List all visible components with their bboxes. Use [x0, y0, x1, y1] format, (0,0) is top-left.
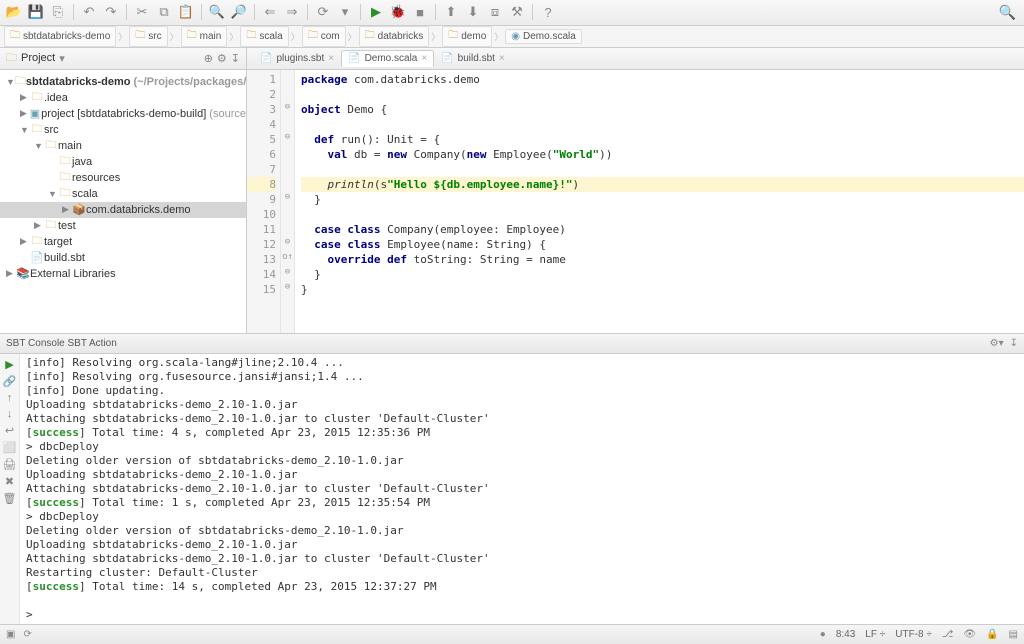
- zoom-in-icon[interactable]: 🔍: [207, 2, 227, 22]
- settings-icon[interactable]: ⚙: [217, 52, 227, 65]
- back-icon[interactable]: ⇐: [260, 2, 280, 22]
- breadcrumb-item[interactable]: 🗀main: [181, 26, 228, 47]
- tree-node[interactable]: 🗀java: [0, 154, 246, 170]
- editor-tab[interactable]: 📄plugins.sbt×: [253, 50, 341, 67]
- console-toolbar: ▶ 🔗 ↑ ↓ ↩ ⬜ 🖨 ✖ 🗑: [0, 354, 20, 624]
- undo-icon[interactable]: ↶: [79, 2, 99, 22]
- breadcrumb-item[interactable]: 🗀sbtdatabricks-demo: [4, 26, 116, 47]
- tree-node[interactable]: ▼🗀scala: [0, 186, 246, 202]
- cut-icon[interactable]: ✂: [132, 2, 152, 22]
- close-icon[interactable]: ×: [328, 53, 334, 64]
- breadcrumb-item[interactable]: 🗀demo: [442, 26, 492, 47]
- sync-icon[interactable]: ⟳: [313, 2, 333, 22]
- rerun-icon[interactable]: ▶: [5, 358, 13, 371]
- project-tree[interactable]: ▼🗀sbtdatabricks-demo (~/Projects/package…: [0, 70, 246, 286]
- tree-node[interactable]: 📄build.sbt: [0, 250, 246, 266]
- inspect-icon[interactable]: 👁: [963, 629, 976, 640]
- help-icon[interactable]: ?: [538, 2, 558, 22]
- paste-icon[interactable]: 📋: [176, 2, 196, 22]
- clear-icon[interactable]: ✖: [5, 475, 14, 488]
- close-icon[interactable]: ×: [421, 53, 427, 64]
- breadcrumb: 🗀sbtdatabricks-demo〉🗀src〉🗀main〉🗀scala〉🗀c…: [0, 26, 1024, 48]
- vcs-update-icon[interactable]: ⬆: [441, 2, 461, 22]
- breadcrumb-item[interactable]: 🗀scala: [240, 26, 288, 47]
- editor-tab[interactable]: 📄build.sbt×: [434, 50, 512, 67]
- tree-node[interactable]: ▼🗀main: [0, 138, 246, 154]
- tree-node[interactable]: ▶📚External Libraries: [0, 266, 246, 282]
- search-icon[interactable]: 🔍: [999, 4, 1020, 21]
- dropdown-icon[interactable]: ▾: [59, 52, 65, 65]
- memory-icon[interactable]: ▤: [1009, 629, 1018, 640]
- encoding[interactable]: UTF-8 ÷: [895, 629, 932, 640]
- redo-icon[interactable]: ↷: [101, 2, 121, 22]
- scroll-icon[interactable]: ⬜: [3, 441, 17, 454]
- up-icon[interactable]: ↑: [7, 392, 13, 404]
- console-header: SBT Console SBT Action ⚙▾ ↧: [0, 334, 1024, 354]
- cursor-position: 8:43: [836, 629, 855, 640]
- gear-icon[interactable]: ⚙▾: [990, 338, 1004, 349]
- tree-node[interactable]: ▶🗀target: [0, 234, 246, 250]
- editor-panel: 📄plugins.sbt×📄Demo.scala×📄build.sbt× 123…: [247, 48, 1024, 334]
- project-title: Project: [21, 52, 55, 64]
- project-header: 🗀 Project ▾ ⊕ ⚙ ↧: [0, 48, 246, 70]
- run-icon[interactable]: ▶: [366, 2, 386, 22]
- forward-icon[interactable]: ⇒: [282, 2, 302, 22]
- breadcrumb-item[interactable]: 🗀src: [129, 26, 167, 47]
- vcs-commit-icon[interactable]: ⬇: [463, 2, 483, 22]
- editor[interactable]: 123456789101112131415 ⊖⊖⊖⊖o↑⊖⊖ package c…: [247, 70, 1024, 334]
- code-area[interactable]: package com.databricks.demoobject Demo {…: [295, 70, 1024, 334]
- breadcrumb-item[interactable]: ◉Demo.scala: [505, 29, 582, 44]
- collapse-icon[interactable]: ⊕: [204, 52, 213, 65]
- console-body: ▶ 🔗 ↑ ↓ ↩ ⬜ 🖨 ✖ 🗑 [info] Resolving org.s…: [0, 354, 1024, 624]
- copy-icon[interactable]: ⧉: [154, 2, 174, 22]
- tree-node[interactable]: ▼🗀src: [0, 122, 246, 138]
- folder-icon: 🗀: [6, 49, 17, 68]
- editor-tab[interactable]: 📄Demo.scala×: [341, 50, 434, 67]
- build-icon[interactable]: ⚒: [507, 2, 527, 22]
- console-output[interactable]: [info] Resolving org.scala-lang#jline;2.…: [20, 354, 1024, 624]
- open-icon[interactable]: 📂: [4, 2, 24, 22]
- line-gutter: 123456789101112131415: [247, 70, 281, 334]
- minimize-icon[interactable]: ↧: [1010, 338, 1018, 349]
- trash-icon[interactable]: 🗑: [3, 492, 17, 505]
- debug-icon[interactable]: 🐞: [388, 2, 408, 22]
- wrap-icon[interactable]: ↩: [5, 424, 14, 437]
- tree-node[interactable]: ▶🗀.idea: [0, 90, 246, 106]
- line-separator[interactable]: LF ÷: [865, 629, 885, 640]
- status-icon[interactable]: ▣: [6, 629, 15, 640]
- dropdown-icon[interactable]: ▾: [335, 2, 355, 22]
- attach-icon[interactable]: 🔗: [3, 375, 17, 388]
- project-tool-window: 🗀 Project ▾ ⊕ ⚙ ↧ ▼🗀sbtdatabricks-demo (…: [0, 48, 247, 334]
- minimize-icon[interactable]: ↧: [231, 52, 240, 65]
- progress-icon: ⟳: [23, 629, 31, 640]
- lock-icon[interactable]: 🔒: [986, 629, 998, 640]
- down-icon[interactable]: ↓: [7, 408, 13, 420]
- run-indicator-icon[interactable]: ●: [820, 629, 826, 640]
- zoom-out-icon[interactable]: 🔎: [229, 2, 249, 22]
- console-title: SBT Console SBT Action: [6, 338, 117, 349]
- git-icon[interactable]: ⎇: [942, 629, 954, 640]
- status-bar: ▣ ⟳ ● 8:43 LF ÷ UTF-8 ÷ ⎇ 👁 🔒 ▤: [0, 624, 1024, 644]
- tree-node[interactable]: 🗀resources: [0, 170, 246, 186]
- export-icon[interactable]: ⎘: [48, 2, 68, 22]
- close-icon[interactable]: ×: [499, 53, 505, 64]
- breadcrumb-item[interactable]: 🗀databricks: [359, 26, 430, 47]
- vcs-stash-icon[interactable]: ⧈: [485, 2, 505, 22]
- save-icon[interactable]: 💾: [26, 2, 46, 22]
- print-icon[interactable]: 🖨: [3, 458, 17, 471]
- gutter-marks: ⊖⊖⊖⊖o↑⊖⊖: [281, 70, 295, 334]
- stop-icon[interactable]: ■: [410, 2, 430, 22]
- tree-node[interactable]: ▶📦com.databricks.demo: [0, 202, 246, 218]
- editor-tabs: 📄plugins.sbt×📄Demo.scala×📄build.sbt×: [247, 48, 1024, 70]
- main-toolbar: 📂 💾 ⎘ ↶ ↷ ✂ ⧉ 📋 🔍 🔎 ⇐ ⇒ ⟳ ▾ ▶ 🐞 ■ ⬆ ⬇ ⧈ …: [0, 0, 1024, 26]
- breadcrumb-item[interactable]: 🗀com: [302, 26, 346, 47]
